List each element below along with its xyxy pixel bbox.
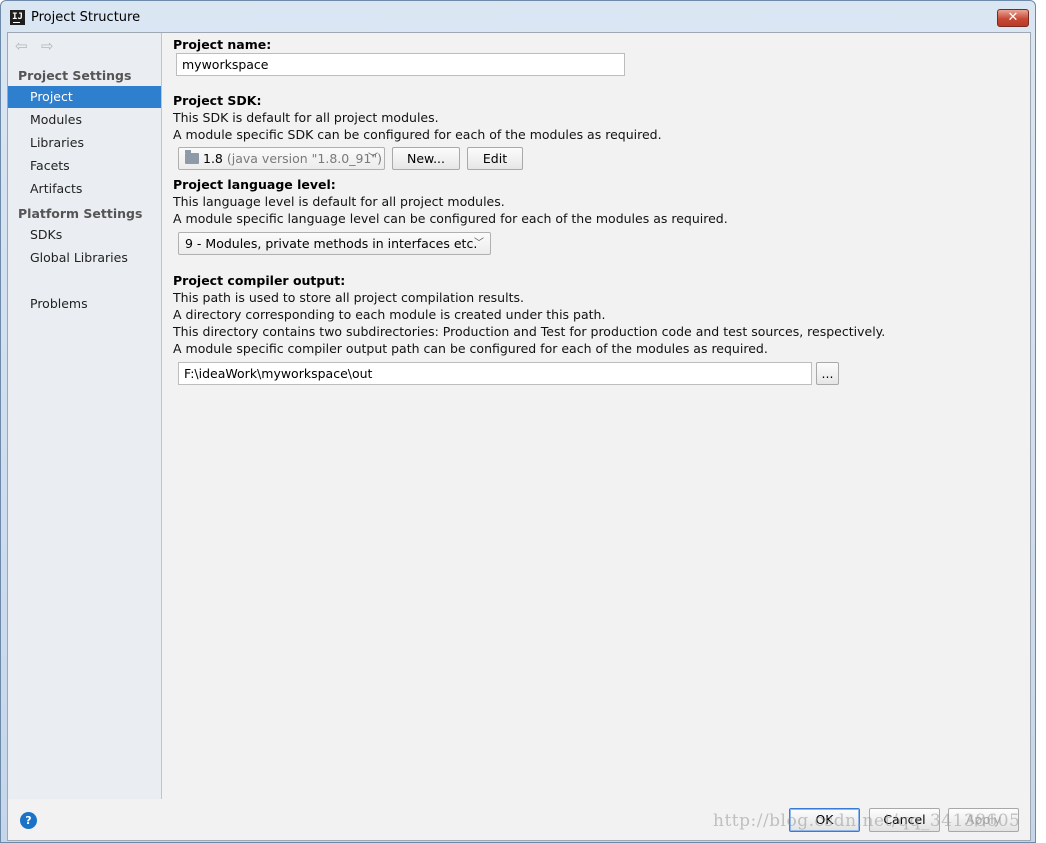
background-strip: [1036, 0, 1046, 843]
title-bar[interactable]: IJ Project Structure ✕: [1, 1, 1035, 33]
sidebar-item-modules[interactable]: Modules: [8, 109, 161, 131]
project-name-field[interactable]: myworkspace: [176, 53, 625, 76]
language-level-value: 9 - Modules, private methods in interfac…: [185, 236, 478, 251]
sdk-description-1: This SDK is default for all project modu…: [173, 110, 439, 125]
chevron-down-icon: ﹀: [474, 238, 484, 249]
project-settings-header: Project Settings: [18, 68, 132, 83]
sdk-folder-icon: [185, 150, 199, 164]
compiler-output-label: Project compiler output:: [173, 273, 346, 288]
compiler-output-description-3: This directory contains two subdirectori…: [173, 324, 886, 339]
browse-output-path-button[interactable]: ...: [816, 362, 839, 385]
intellij-app-icon: IJ: [10, 10, 25, 25]
sidebar-item-libraries[interactable]: Libraries: [8, 132, 161, 154]
new-sdk-button[interactable]: New...: [392, 147, 460, 170]
dialog-client-area: ⇦ ⇨ Project Settings Project Modules Lib…: [7, 32, 1031, 841]
project-name-label: Project name:: [173, 37, 272, 52]
compiler-output-description-1: This path is used to store all project c…: [173, 290, 524, 305]
compiler-output-description-4: A module specific compiler output path c…: [173, 341, 768, 356]
language-level-dropdown[interactable]: 9 - Modules, private methods in interfac…: [178, 232, 491, 255]
sidebar-item-artifacts[interactable]: Artifacts: [8, 178, 161, 200]
sdk-version-detail: (java version "1.8.0_91"): [226, 151, 383, 166]
language-level-description-1: This language level is default for all p…: [173, 194, 505, 209]
project-sdk-label: Project SDK:: [173, 93, 262, 108]
compiler-output-description-2: A directory corresponding to each module…: [173, 307, 606, 322]
sdk-dropdown[interactable]: 1.8 (java version "1.8.0_91") ﹀: [178, 147, 385, 170]
language-level-label: Project language level:: [173, 177, 336, 192]
sidebar-item-problems[interactable]: Problems: [8, 293, 161, 315]
help-icon[interactable]: ?: [20, 812, 37, 829]
back-arrow-icon[interactable]: ⇦: [15, 38, 31, 54]
sdk-version: 1.8: [203, 151, 223, 166]
forward-arrow-icon[interactable]: ⇨: [41, 38, 57, 54]
sdk-description-2: A module specific SDK can be configured …: [173, 127, 662, 142]
project-structure-window: IJ Project Structure ✕ ⇦ ⇨ Project Setti…: [0, 0, 1036, 843]
sidebar-item-project[interactable]: Project: [8, 86, 161, 108]
edit-sdk-button[interactable]: Edit: [467, 147, 523, 170]
sidebar-item-sdks[interactable]: SDKs: [8, 224, 161, 246]
chevron-down-icon: ﹀: [368, 153, 378, 164]
close-icon: ✕: [1007, 10, 1019, 25]
language-level-description-2: A module specific language level can be …: [173, 211, 728, 226]
sidebar-item-global-libraries[interactable]: Global Libraries: [8, 247, 161, 269]
platform-settings-header: Platform Settings: [18, 206, 143, 221]
settings-sidebar: ⇦ ⇨ Project Settings Project Modules Lib…: [8, 33, 162, 799]
close-window-button[interactable]: ✕: [997, 9, 1029, 27]
watermark-text: http://blog.csdn.net/qq_34138605: [713, 811, 1021, 831]
compiler-output-path-field[interactable]: F:\ideaWork\myworkspace\out: [178, 362, 812, 385]
sidebar-item-facets[interactable]: Facets: [8, 155, 161, 177]
window-title: Project Structure: [31, 10, 141, 25]
